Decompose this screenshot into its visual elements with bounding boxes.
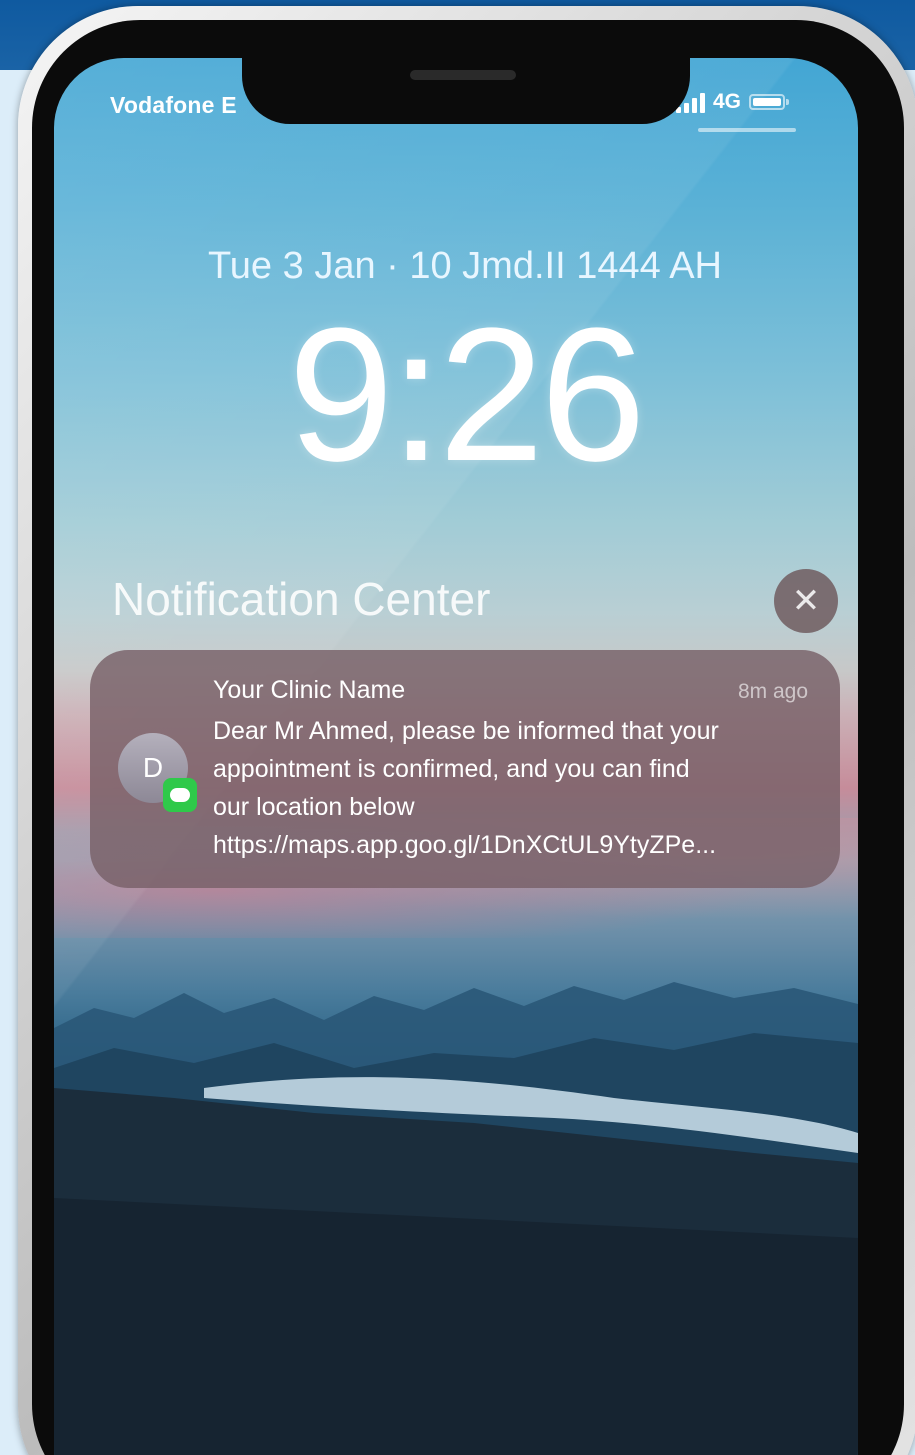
phone-notch — [242, 58, 690, 124]
carrier-name: Vodafone E — [110, 92, 237, 118]
notification-center-title: Notification Center — [112, 573, 491, 625]
notification-time: 8m ago — [737, 680, 808, 703]
messages-icon — [163, 778, 197, 812]
earpiece-speaker — [410, 70, 516, 80]
notification-body-line: appointment is confirmed, and you can fi… — [213, 755, 690, 783]
control-center-indicator[interactable] — [698, 128, 796, 132]
close-icon[interactable]: ✕ — [774, 569, 838, 633]
notification-body-line: Dear Mr Ahmed, please be informed that y… — [213, 717, 719, 745]
notification-link[interactable]: https://maps.app.goo.gl/1DnXCtUL9YtyZPe.… — [213, 826, 823, 864]
notification-body: Dear Mr Ahmed, please be informed that y… — [213, 712, 823, 864]
network-type: 4G — [713, 90, 742, 113]
battery-icon — [749, 94, 790, 110]
lock-screen-time: 9:26 — [288, 289, 646, 501]
wallpaper-mountains — [54, 982, 858, 1455]
status-indicators: 4G — [676, 90, 790, 114]
notification-sender: Your Clinic Name — [213, 676, 406, 704]
lock-screen-date: Tue 3 Jan · 10 Jmd.II 1444 AH — [208, 245, 722, 287]
notification-body-line: our location below — [213, 793, 415, 821]
